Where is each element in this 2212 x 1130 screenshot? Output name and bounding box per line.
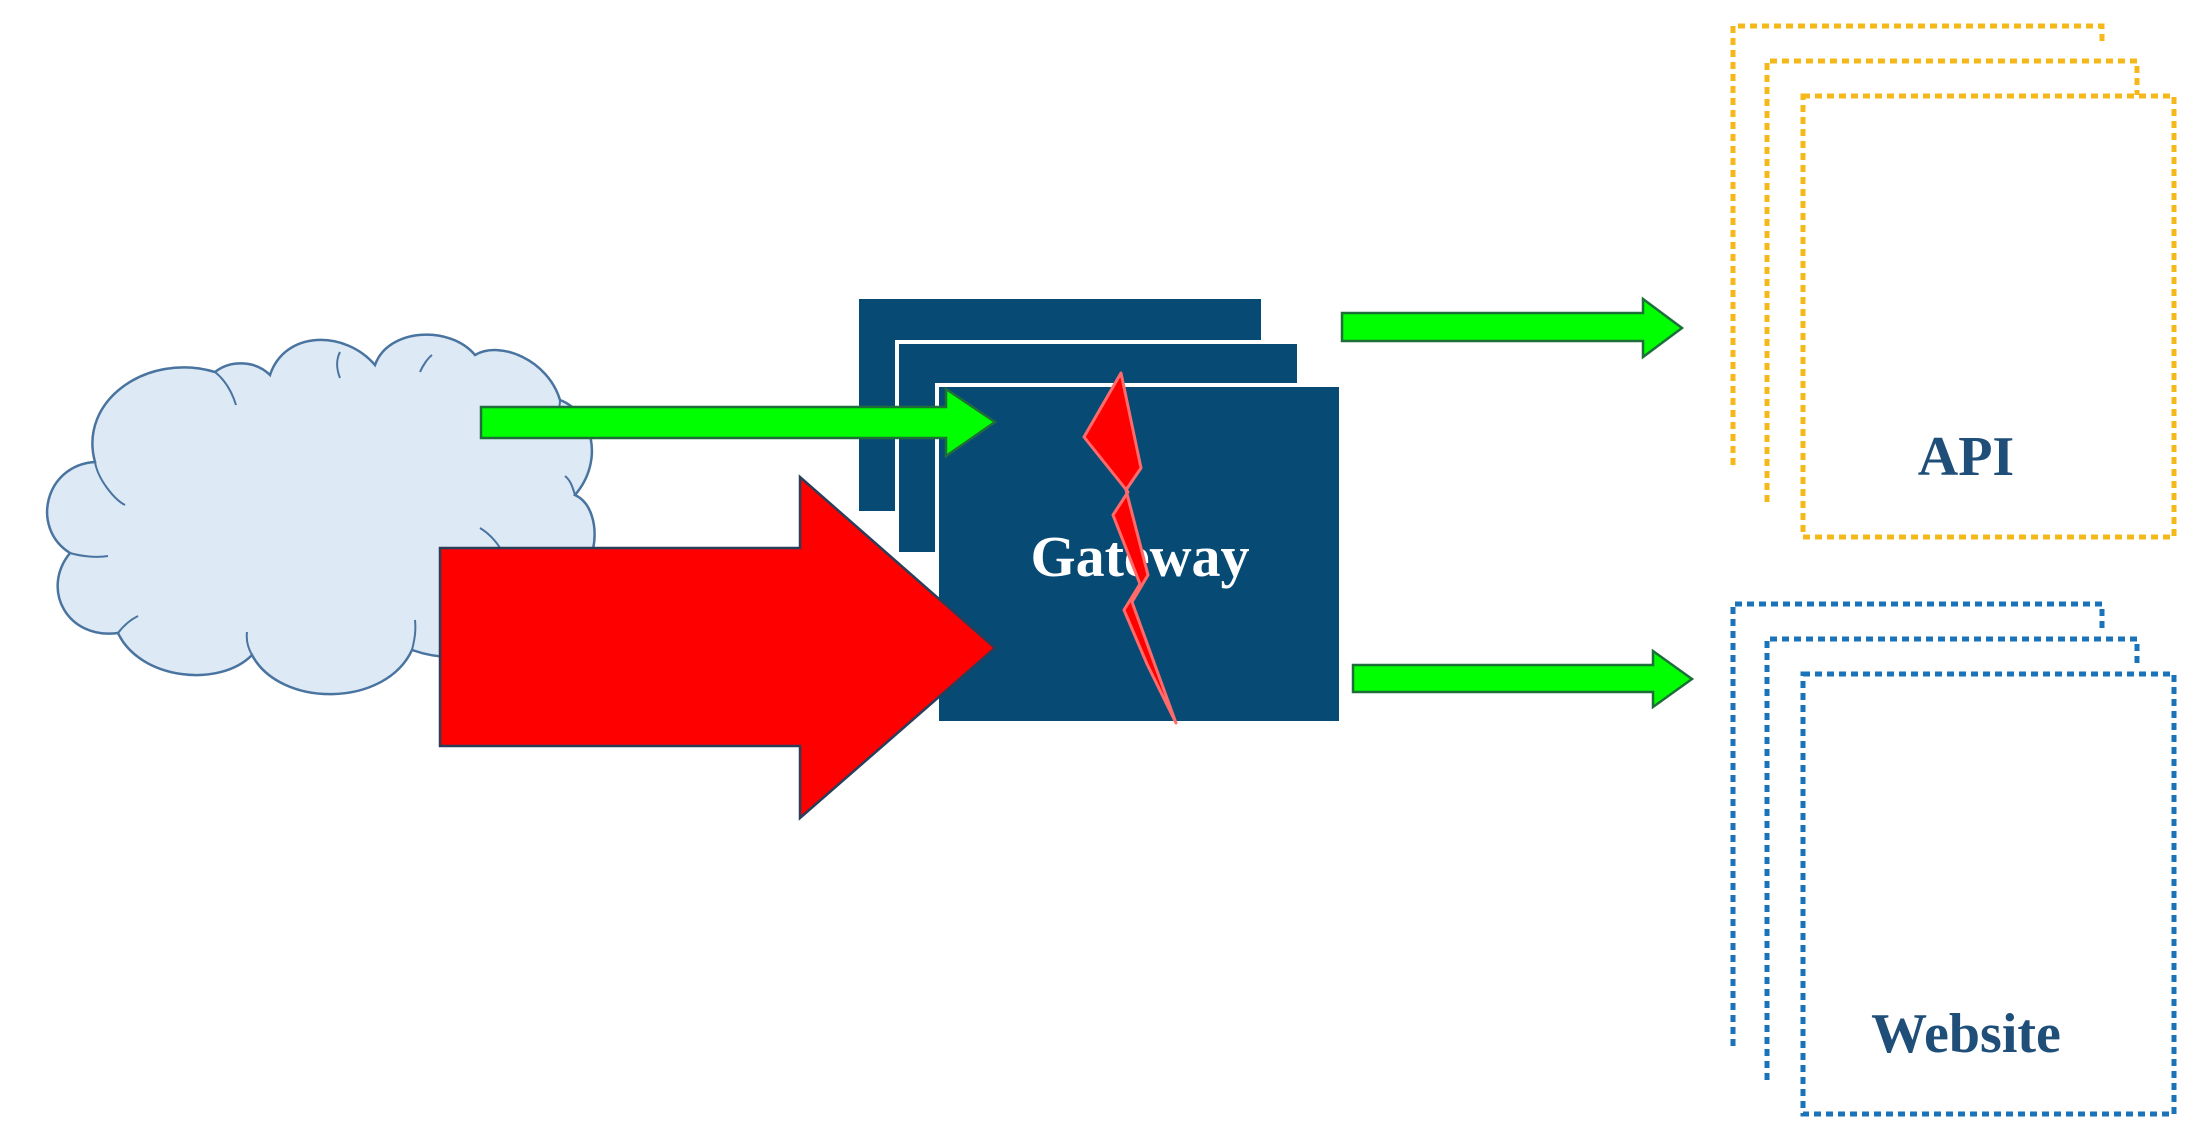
architecture-diagram: Gateway API Website — [0, 0, 2212, 1130]
diagram-svg: Gateway API Website — [45, 23, 2177, 1117]
green-arrow-gateway-to-api — [1340, 296, 1685, 360]
green-arrow-gateway-to-website — [1351, 648, 1695, 710]
website-label: Website — [1871, 1003, 2061, 1065]
api-box-back — [1730, 23, 2105, 465]
api-label: API — [1918, 426, 2014, 488]
website-box-back — [1730, 601, 2105, 1046]
